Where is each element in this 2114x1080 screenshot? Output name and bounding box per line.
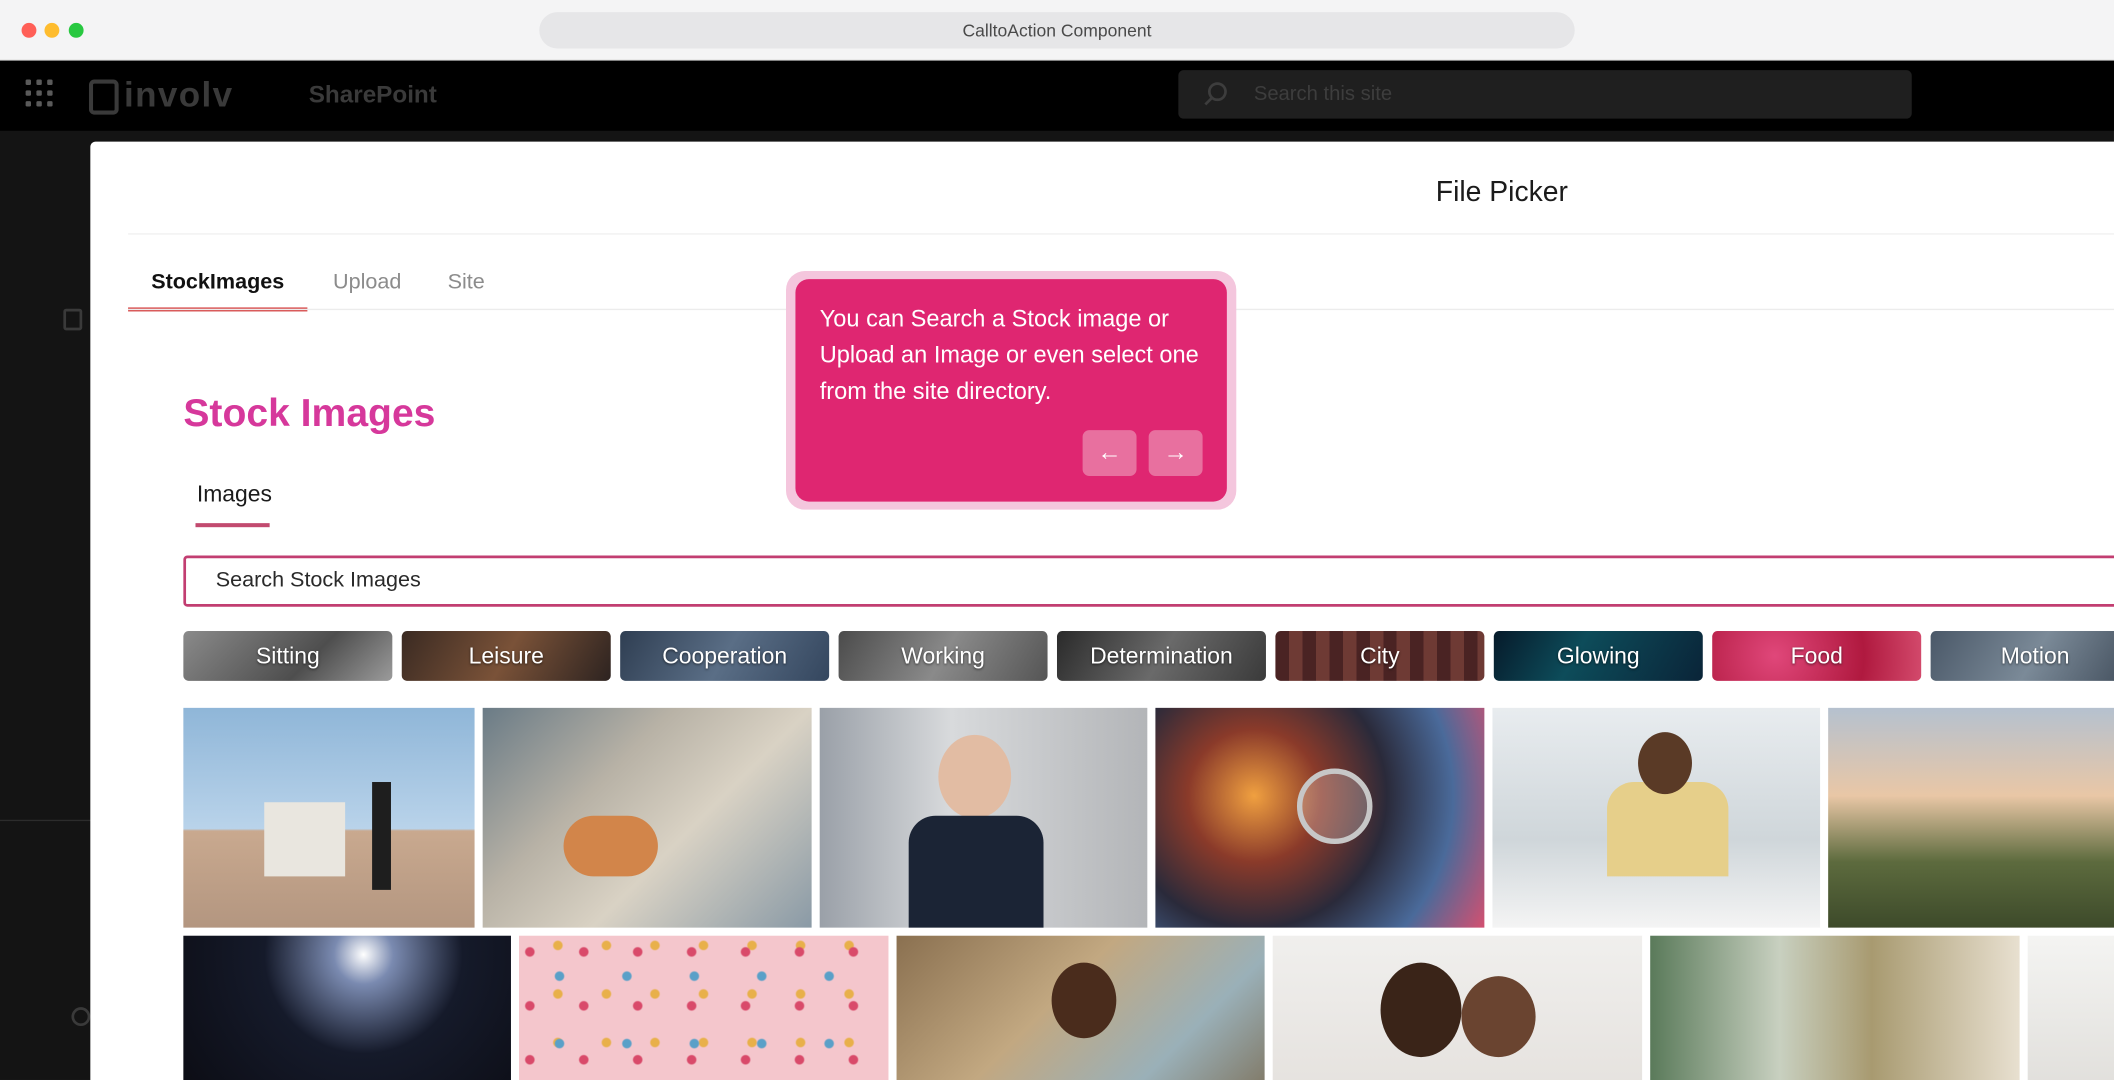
sharepoint-header: involv SharePoint Search this site <box>0 60 2114 131</box>
site-search-placeholder: Search this site <box>1253 82 1393 106</box>
address-bar[interactable]: CalltoAction Component <box>539 12 1575 49</box>
arrow-left-icon: ← <box>1097 438 1122 466</box>
sharepoint-label: SharePoint <box>308 80 437 108</box>
image-tile[interactable] <box>819 707 1148 928</box>
guide-tooltip: You can Search a Stock image or Upload a… <box>795 279 1227 502</box>
category-chip-city[interactable]: City <box>1275 631 1485 681</box>
image-tile[interactable] <box>1828 707 2114 928</box>
app-launcher-icon[interactable] <box>25 79 53 107</box>
tooltip-text: You can Search a Stock image or Upload a… <box>819 304 1199 405</box>
image-tile[interactable] <box>2027 935 2114 1080</box>
tab-upload[interactable]: Upload <box>333 263 401 312</box>
image-tile[interactable] <box>1155 707 1485 928</box>
category-chip-food[interactable]: Food <box>1712 631 1922 681</box>
title-divider <box>128 233 2114 235</box>
image-tile[interactable] <box>1650 935 2020 1080</box>
sidebar-divider <box>0 819 92 822</box>
category-chip-determination[interactable]: Determination <box>1056 631 1266 681</box>
site-search-box[interactable]: Search this site <box>1178 70 1912 119</box>
panel-title: File Picker <box>1435 176 1568 208</box>
image-grid <box>183 707 2114 1080</box>
section-title: Stock Images <box>183 392 436 436</box>
settings-icon <box>71 1007 91 1027</box>
minimize-window-button[interactable] <box>44 22 60 38</box>
image-tile[interactable] <box>482 707 812 928</box>
image-tile[interactable] <box>519 935 889 1080</box>
save-icon <box>63 308 83 331</box>
category-chip-sitting[interactable]: Sitting <box>183 631 393 681</box>
category-chip-cooperation[interactable]: Cooperation <box>620 631 830 681</box>
category-chip-working[interactable]: Working <box>838 631 1048 681</box>
tooltip-next-button[interactable]: → <box>1148 430 1203 476</box>
category-chip-motion[interactable]: Motion <box>1930 631 2114 681</box>
site-logo: involv <box>88 74 234 116</box>
image-tile[interactable] <box>896 935 1265 1080</box>
tab-images[interactable]: Images <box>197 481 272 508</box>
image-tile[interactable] <box>1492 707 1821 928</box>
maximize-window-button[interactable] <box>68 22 84 38</box>
site-logo-text: involv <box>124 74 234 115</box>
tab-images-underline <box>195 523 270 528</box>
category-chip-glowing[interactable]: Glowing <box>1493 631 1703 681</box>
browser-titlebar: CalltoAction Component <box>0 0 2114 61</box>
arrow-right-icon: → <box>1163 438 1188 466</box>
image-tile[interactable] <box>183 935 511 1080</box>
category-chip-leisure[interactable]: Leisure <box>401 631 611 681</box>
close-window-button[interactable] <box>21 22 37 38</box>
stock-search-input[interactable] <box>183 555 2114 607</box>
tab-stock-images[interactable]: StockImages <box>128 263 308 312</box>
tab-site[interactable]: Site <box>448 263 485 312</box>
tooltip-prev-button[interactable]: ← <box>1082 430 1137 476</box>
image-tile[interactable] <box>1272 935 1643 1080</box>
image-tile[interactable] <box>183 707 475 928</box>
search-icon <box>1207 82 1227 102</box>
category-chips: Sitting Leisure Cooperation Working Dete… <box>183 631 2114 682</box>
